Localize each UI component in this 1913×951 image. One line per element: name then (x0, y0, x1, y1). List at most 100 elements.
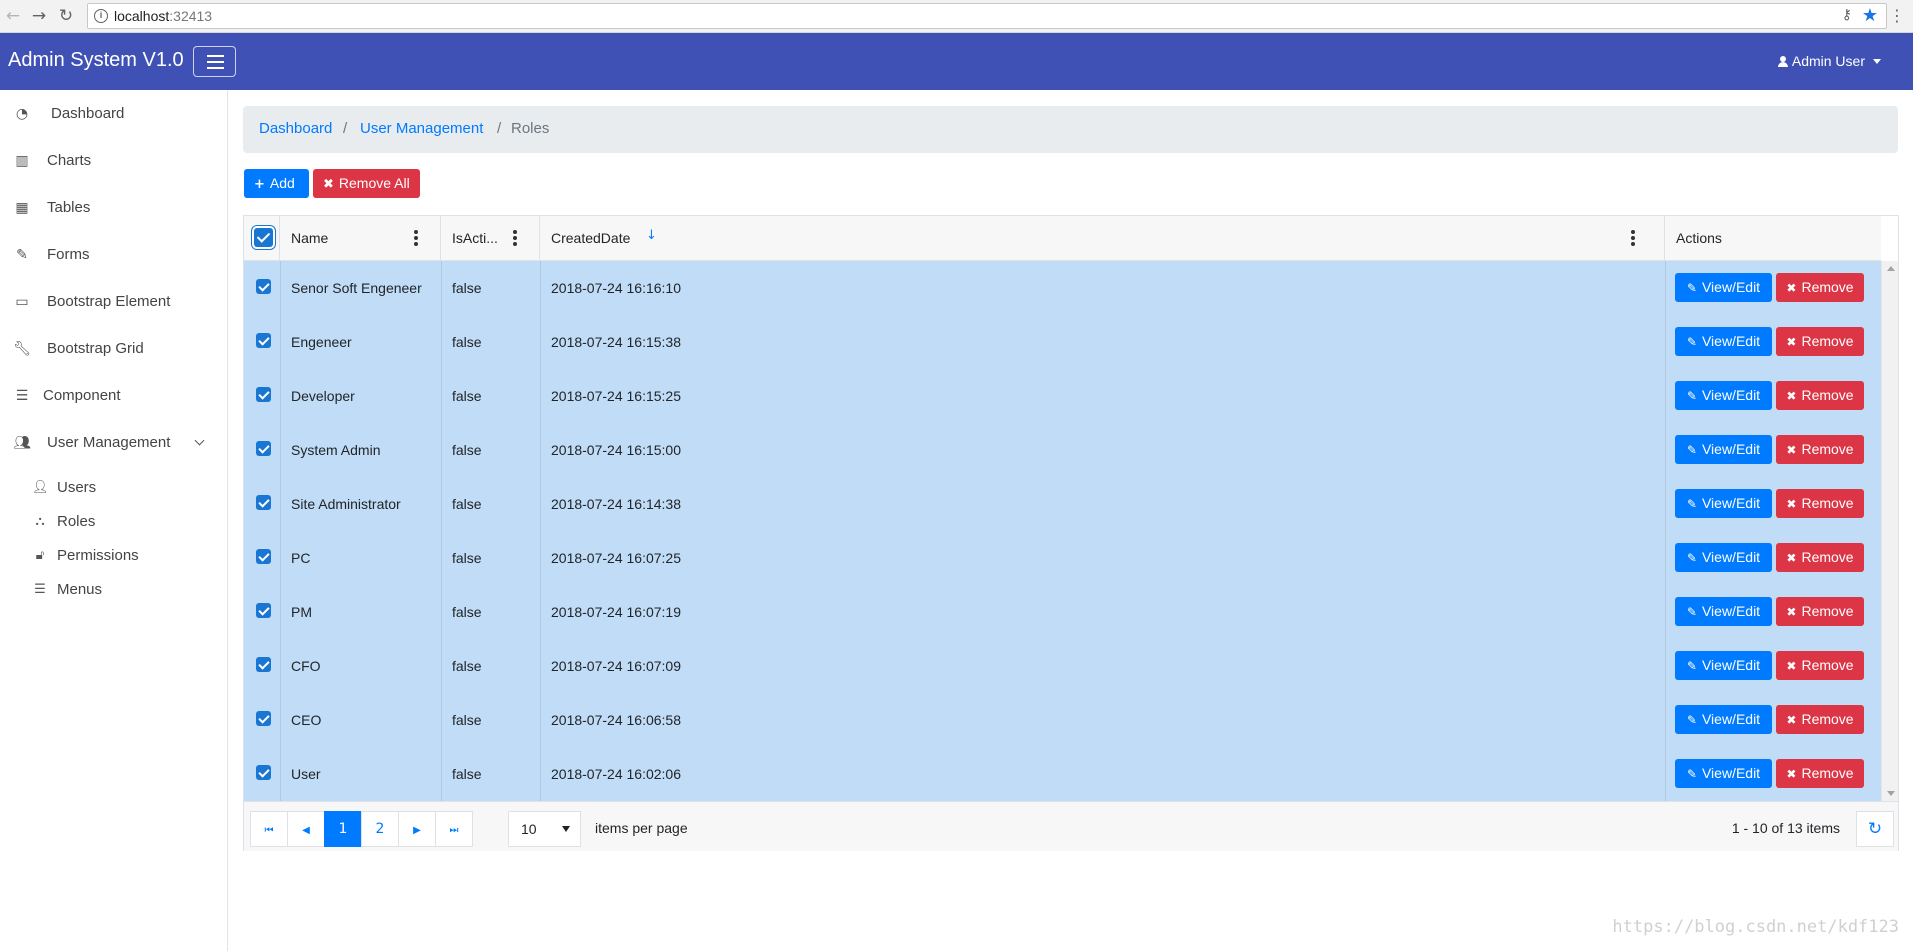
column-header-name[interactable]: Name (280, 216, 441, 261)
table-row[interactable]: Site Administrator false 2018-07-24 16:14:… (244, 477, 1881, 531)
add-button[interactable]: + Add (244, 169, 309, 198)
remove-button[interactable]: ✖ Remove (1776, 543, 1864, 572)
sort-descending-icon[interactable]: ↓ (646, 228, 657, 244)
page-button-2[interactable]: 2 (361, 811, 399, 847)
edit-icon: ✎ (1686, 713, 1697, 727)
view-edit-button[interactable]: ✎ View/Edit (1675, 489, 1772, 518)
edit-icon: ✎ (1686, 605, 1697, 619)
scroll-up-icon[interactable] (1887, 266, 1895, 271)
column-header-isactive[interactable]: IsActi... (441, 216, 540, 261)
remove-button[interactable]: ✖ Remove (1776, 327, 1864, 356)
view-edit-button[interactable]: ✎ View/Edit (1675, 705, 1772, 734)
users-icon: 👥︎ (13, 435, 31, 451)
key-icon[interactable]: ⚷ (1842, 7, 1852, 23)
view-edit-button[interactable]: ✎ View/Edit (1675, 759, 1772, 788)
table-row[interactable]: System Admin false 2018-07-24 16:15:00 ✎ Vie… (244, 423, 1881, 477)
table-row[interactable]: PM false 2018-07-24 16:07:19 ✎ View/Edit ✖ Rem… (244, 585, 1881, 639)
close-icon: ✖ (1786, 767, 1797, 781)
view-edit-button[interactable]: ✎ View/Edit (1675, 327, 1772, 356)
address-bar[interactable]: i localhost:32413 ⚷ ★ (87, 3, 1887, 29)
page-size-select[interactable]: 10 (508, 811, 581, 847)
browser-menu-icon[interactable]: ⋮ (1889, 6, 1905, 25)
view-edit-button[interactable]: ✎ View/Edit (1675, 381, 1772, 410)
refresh-button[interactable]: ↻ (1856, 811, 1894, 847)
reload-icon[interactable]: ↻ (55, 5, 77, 27)
row-checkbox[interactable] (256, 603, 271, 618)
bookmark-star-icon[interactable]: ★ (1862, 5, 1878, 26)
cell-name: CEO (291, 712, 322, 728)
row-checkbox[interactable] (256, 549, 271, 564)
row-checkbox[interactable] (256, 711, 271, 726)
forward-icon[interactable]: → (28, 5, 50, 27)
scroll-down-icon[interactable] (1887, 791, 1895, 796)
edit-icon: ✎ (1686, 335, 1697, 349)
info-icon[interactable]: i (94, 9, 108, 23)
cell-createddate: 2018-07-24 16:16:10 (551, 280, 681, 296)
view-edit-button[interactable]: ✎ View/Edit (1675, 543, 1772, 572)
remove-button[interactable]: ✖ Remove (1776, 759, 1864, 788)
remove-button[interactable]: ✖ Remove (1776, 273, 1864, 302)
remove-button[interactable]: ✖ Remove (1776, 381, 1864, 410)
table-row[interactable]: PC false 2018-07-24 16:07:25 ✎ View/Edit ✖ Rem… (244, 531, 1881, 585)
view-edit-button[interactable]: ✎ View/Edit (1675, 273, 1772, 302)
view-edit-button[interactable]: ✎ View/Edit (1675, 651, 1772, 680)
column-menu-icon[interactable] (513, 230, 517, 246)
row-checkbox[interactable] (256, 765, 271, 780)
breadcrumb-link-user-management[interactable]: User Management (360, 120, 483, 137)
dropdown-arrow-icon (562, 826, 570, 832)
column-menu-icon[interactable] (1631, 230, 1635, 246)
sidebar-item-bootstrap-grid[interactable]: 🔧︎ Bootstrap Grid (0, 331, 227, 367)
hamburger-icon (207, 55, 224, 57)
row-checkbox[interactable] (256, 333, 271, 348)
sidebar-item-user-management[interactable]: 👥︎ User Management (0, 425, 227, 461)
view-edit-button[interactable]: ✎ View/Edit (1675, 597, 1772, 626)
back-icon[interactable]: ← (2, 5, 24, 27)
close-icon: ✖ (1786, 281, 1797, 295)
table-row[interactable]: Senor Soft Engeneer false 2018-07-24 16:16… (244, 261, 1881, 315)
row-checkbox[interactable] (256, 657, 271, 672)
breadcrumb-link-dashboard[interactable]: Dashboard (259, 120, 332, 137)
row-checkbox[interactable] (256, 387, 271, 402)
close-icon: ✖ (1786, 551, 1797, 565)
remove-button[interactable]: ✖ Remove (1776, 435, 1864, 464)
cell-name: Engeneer (291, 334, 352, 350)
remove-button[interactable]: ✖ Remove (1776, 489, 1864, 518)
cell-name: CFO (291, 658, 321, 674)
view-edit-button[interactable]: ✎ View/Edit (1675, 435, 1772, 464)
user-menu[interactable]: Admin User (1777, 53, 1881, 69)
row-checkbox[interactable] (256, 441, 271, 456)
sidebar-item-dashboard[interactable]: ◔ Dashboard (0, 96, 227, 132)
cell-createddate: 2018-07-24 16:15:00 (551, 442, 681, 458)
remove-button[interactable]: ✖ Remove (1776, 705, 1864, 734)
column-header-createddate[interactable]: CreatedDate ↓ (540, 216, 1665, 261)
last-page-button[interactable]: ⏭ (435, 811, 473, 847)
next-page-button[interactable]: ▶ (398, 811, 436, 847)
row-checkbox[interactable] (256, 495, 271, 510)
sidebar-item-tables[interactable]: ▦ Tables (0, 190, 227, 226)
bars-icon: ☰ (34, 582, 46, 597)
table-row[interactable]: CEO false 2018-07-24 16:06:58 ✎ View/Edit ✖ Re… (244, 693, 1881, 747)
column-menu-icon[interactable] (414, 230, 418, 246)
sidebar-item-forms[interactable]: ✎ Forms (0, 237, 227, 273)
remove-all-button[interactable]: ✖ Remove All (313, 169, 420, 198)
sidebar-toggle-button[interactable] (193, 46, 236, 77)
table-row[interactable]: User false 2018-07-24 16:02:06 ✎ View/Edit ✖ R… (244, 747, 1881, 801)
prev-page-button[interactable]: ◀ (287, 811, 325, 847)
select-all-checkbox[interactable] (254, 228, 273, 247)
page-button-1[interactable]: 1 (324, 811, 362, 847)
close-icon: ✖ (323, 177, 334, 192)
remove-button[interactable]: ✖ Remove (1776, 597, 1864, 626)
table-row[interactable]: CFO false 2018-07-24 16:07:09 ✎ View/Edit ✖ Re… (244, 639, 1881, 693)
sidebar-item-component[interactable]: ☰ Component (0, 378, 227, 414)
sidebar-item-bootstrap-element[interactable]: ▭ Bootstrap Element (0, 284, 227, 320)
row-checkbox[interactable] (256, 279, 271, 294)
first-page-button[interactable]: ⏮ (250, 811, 288, 847)
brand-title[interactable]: Admin System V1.0 (8, 49, 184, 72)
top-navbar: Admin System V1.0 Admin User (0, 33, 1913, 90)
grid-scrollbar[interactable] (1881, 261, 1898, 801)
table-row[interactable]: Engeneer false 2018-07-24 16:15:38 ✎ View/Ed… (244, 315, 1881, 369)
sidebar-item-charts[interactable]: ▥ Charts (0, 143, 227, 179)
cell-createddate: 2018-07-24 16:06:58 (551, 712, 681, 728)
table-row[interactable]: Developer false 2018-07-24 16:15:25 ✎ View/E… (244, 369, 1881, 423)
remove-button[interactable]: ✖ Remove (1776, 651, 1864, 680)
